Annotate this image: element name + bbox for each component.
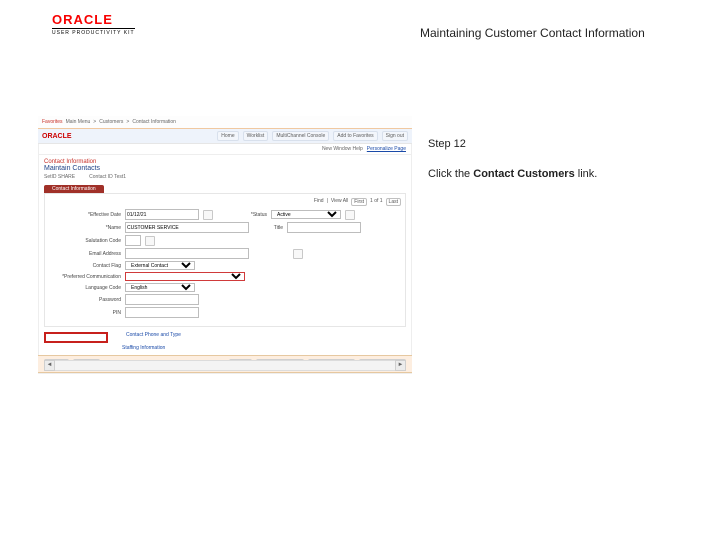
scroll-right-arrow-icon[interactable]: ► [395, 360, 406, 371]
crumb-favorites[interactable]: Favorites [42, 119, 63, 125]
staffing-information-link[interactable]: Staffing Information [122, 345, 165, 351]
document-title: Maintaining Customer Contact Information [420, 26, 645, 40]
effective-date-label: *Effective Date [49, 212, 121, 218]
contact-customers-highlight[interactable] [44, 332, 108, 343]
viewall-link[interactable]: View All [331, 198, 348, 206]
nav-signout[interactable]: Sign out [382, 131, 408, 141]
calendar-icon[interactable] [203, 210, 213, 220]
app-screenshot: Favorites Main Menu > Customers > Contac… [38, 116, 412, 374]
nav-add-fav[interactable]: Add to Favorites [333, 131, 377, 141]
salutation-label: Salutation Code [49, 238, 121, 244]
password-label: Password [49, 297, 121, 303]
step-label: Step 12 [428, 138, 466, 150]
pin-input[interactable] [125, 307, 199, 318]
related-links: Contact Phone and Type [38, 330, 412, 345]
oracle-wordmark: ORACLE [52, 12, 135, 27]
title-input[interactable] [287, 222, 361, 233]
breadcrumb-bar: Favorites Main Menu > Customers > Contac… [38, 116, 412, 129]
find-link[interactable]: Find [314, 198, 324, 206]
crumb-customers[interactable]: Customers [99, 119, 123, 125]
contactid-value: Test1 [114, 174, 126, 180]
row-index: 1 of 1 [370, 198, 383, 206]
pin-label: PIN [49, 310, 121, 316]
effective-date-input[interactable] [125, 209, 199, 220]
horizontal-scrollbar[interactable]: ◄ ► [44, 360, 406, 370]
oracle-header-bar: ORACLE Home Worklist MultiChannel Consol… [38, 129, 412, 144]
email-input[interactable] [125, 248, 249, 259]
subheader-bar: New Window Help Personalize Page [38, 144, 412, 155]
first-nav[interactable]: First [351, 198, 367, 206]
password-input[interactable] [125, 294, 199, 305]
brand-block: ORACLE USER PRODUCTIVITY KIT [52, 12, 135, 36]
status-label: *Status [217, 212, 267, 218]
record-meta: SetID SHARE Contact ID Test1 [38, 174, 412, 182]
setid-value: SHARE [58, 174, 75, 180]
brand-subtitle: USER PRODUCTIVITY KIT [52, 28, 135, 36]
setid-label: SetID [44, 174, 57, 180]
instr-target: Contact Customers [473, 168, 574, 180]
salutation-input[interactable] [125, 235, 141, 246]
title-label: Title [253, 225, 283, 231]
pref-comm-label: *Preferred Communication [49, 274, 121, 280]
contactflag-select[interactable]: External Contact [125, 261, 195, 270]
instr-pre: Click the [428, 168, 473, 180]
page-title: Maintain Contacts [38, 165, 412, 174]
contact-phone-type-link[interactable]: Contact Phone and Type [126, 332, 181, 343]
lookup-icon[interactable] [145, 236, 155, 246]
tab-contact-information[interactable]: Contact Information [44, 185, 104, 193]
name-input[interactable] [125, 222, 249, 233]
instr-post: link. [575, 168, 598, 180]
scroll-left-arrow-icon[interactable]: ◄ [44, 360, 55, 371]
pref-comm-select[interactable] [125, 272, 245, 281]
crumb-main-menu[interactable]: Main Menu [66, 119, 91, 125]
personalize-page-link[interactable]: Personalize Page [367, 146, 406, 152]
subbar-text: New Window Help [322, 146, 363, 152]
language-select[interactable]: English [125, 283, 195, 292]
breadcrumb: Favorites Main Menu > Customers > Contac… [42, 119, 176, 125]
language-label: Language Code [49, 285, 121, 291]
scroll-area-header: Find | View All First 1 of 1 Last [49, 198, 401, 206]
nav-mcc[interactable]: MultiChannel Console [272, 131, 329, 141]
add-row-icon[interactable] [345, 210, 355, 220]
contact-form: Find | View All First 1 of 1 Last *Effec… [44, 193, 406, 327]
last-nav[interactable]: Last [386, 198, 401, 206]
nav-worklist[interactable]: Worklist [243, 131, 269, 141]
scroll-track[interactable] [55, 360, 395, 371]
add-icon[interactable] [293, 249, 303, 259]
email-label: Email Address [49, 251, 121, 257]
contactflag-label: Contact Flag [49, 263, 121, 269]
nav-home[interactable]: Home [217, 131, 238, 141]
section-title: Contact Information [38, 155, 412, 165]
step-instruction: Click the Contact Customers link. [428, 168, 597, 180]
oracle-logo-small: ORACLE [42, 133, 72, 140]
crumb-contact-info[interactable]: Contact Information [132, 119, 176, 125]
contactid-label: Contact ID [89, 174, 113, 180]
name-label: *Name [49, 225, 121, 231]
global-nav: Home Worklist MultiChannel Console Add t… [217, 131, 408, 141]
status-select[interactable]: Active [271, 210, 341, 219]
